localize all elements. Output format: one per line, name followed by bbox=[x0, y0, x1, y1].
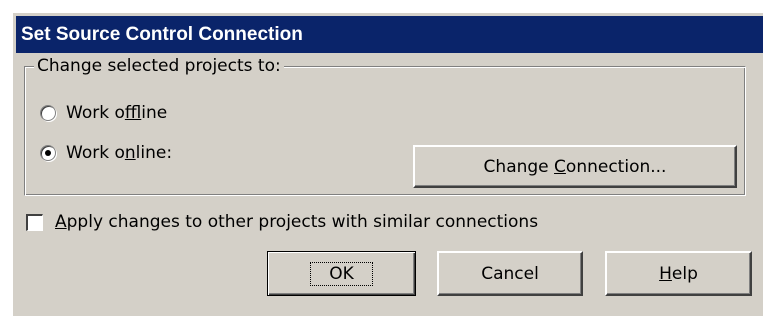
change-connection-label: Change Connection... bbox=[483, 156, 667, 177]
radio-offline-circle[interactable] bbox=[40, 105, 56, 121]
radio-online-circle[interactable] bbox=[40, 145, 56, 161]
apply-similar-connections-checkbox[interactable]: Apply changes to other projects with sim… bbox=[26, 212, 538, 232]
help-label: Help bbox=[659, 263, 698, 284]
cancel-label: Cancel bbox=[481, 263, 539, 284]
dialog-title-bar[interactable]: Set Source Control Connection bbox=[16, 16, 763, 53]
help-button[interactable]: Help bbox=[605, 251, 752, 296]
apply-similar-checkbox-box[interactable] bbox=[26, 213, 43, 231]
cancel-button[interactable]: Cancel bbox=[437, 251, 583, 296]
change-connection-button[interactable]: Change Connection... bbox=[413, 145, 737, 188]
radio-selected-dot bbox=[45, 150, 51, 156]
apply-similar-label: Apply changes to other projects with sim… bbox=[55, 212, 539, 232]
work-offline-label: Work offline bbox=[66, 103, 168, 123]
work-online-label: Work online: bbox=[66, 143, 173, 163]
ok-label: OK bbox=[310, 261, 373, 286]
ok-button[interactable]: OK bbox=[267, 251, 416, 296]
work-offline-radio[interactable]: Work offline bbox=[40, 103, 167, 123]
work-online-radio[interactable]: Work online: bbox=[40, 143, 172, 163]
group-legend: Change selected projects to: bbox=[34, 55, 284, 77]
dialog-title: Set Source Control Connection bbox=[21, 24, 303, 45]
